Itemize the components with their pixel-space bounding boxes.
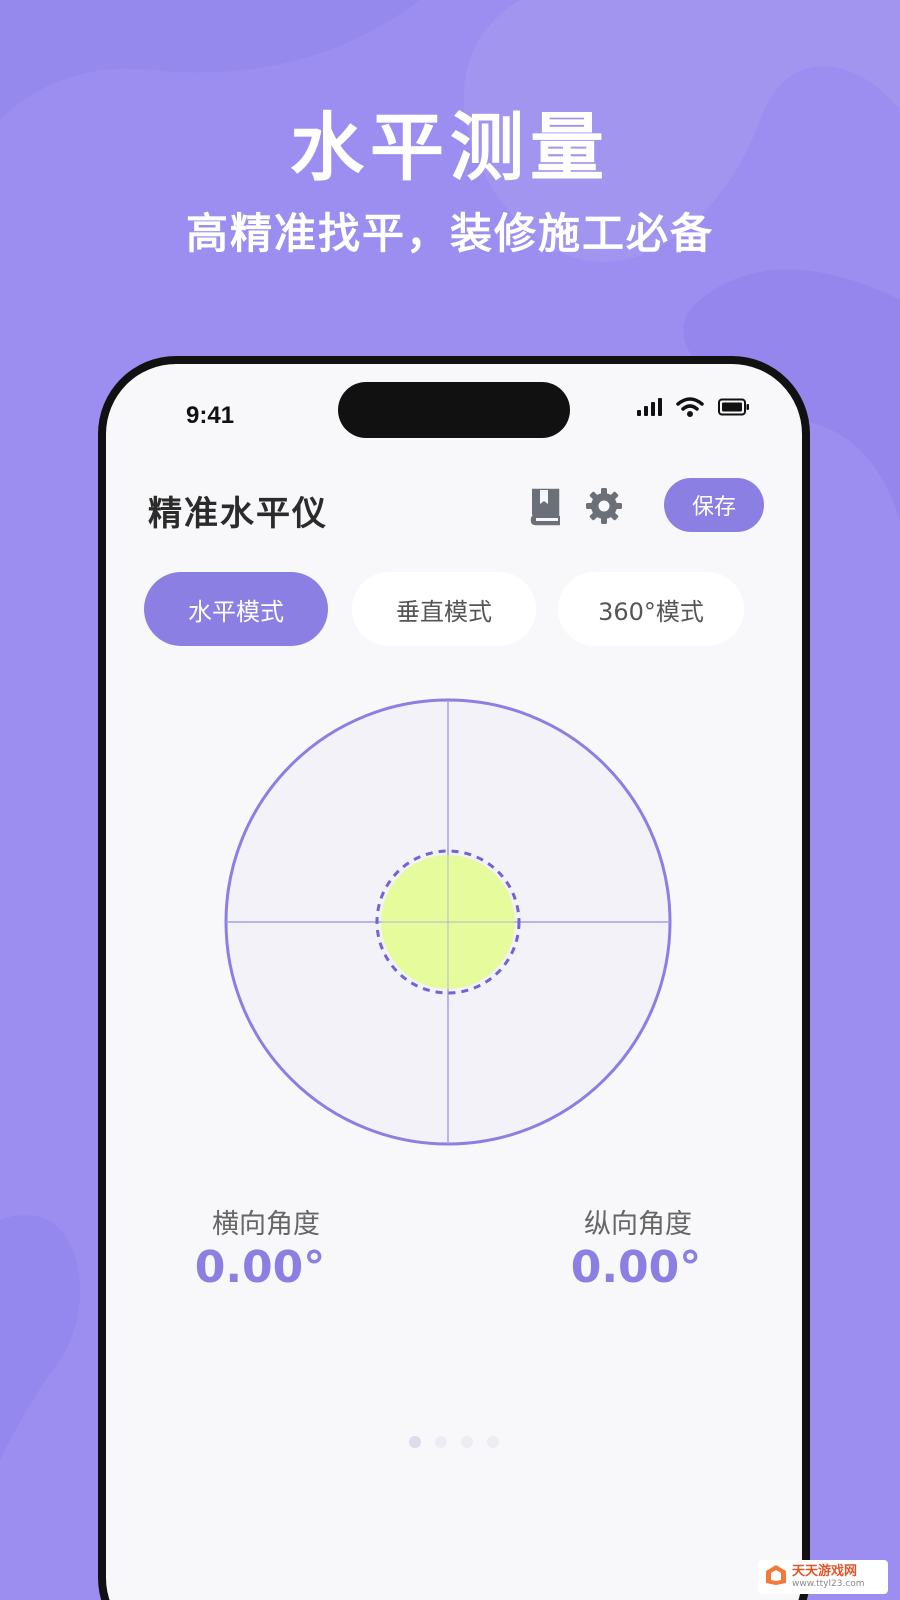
app-title: 精准水平仪 bbox=[148, 494, 328, 534]
page-indicator bbox=[106, 1436, 802, 1448]
page-dot[interactable] bbox=[409, 1436, 421, 1448]
book-icon[interactable] bbox=[526, 486, 566, 526]
phone-frame: 9:41 精准水平仪 保存 水平模式 垂直模式 360°模式 横向角度 0.00… bbox=[98, 356, 810, 1600]
watermark-url: www.ttyl23.com bbox=[792, 1579, 865, 1589]
page-dot[interactable] bbox=[435, 1436, 447, 1448]
watermark-text: 天天游戏网 bbox=[792, 1564, 858, 1579]
tab-vertical-mode[interactable]: 垂直模式 bbox=[352, 572, 536, 646]
tab-360-mode[interactable]: 360°模式 bbox=[558, 572, 744, 646]
vertical-angle-label: 纵向角度 bbox=[584, 1209, 692, 1240]
save-button[interactable]: 保存 bbox=[664, 478, 764, 532]
status-icons bbox=[636, 396, 750, 422]
gear-icon[interactable] bbox=[584, 486, 624, 526]
watermark-logo-icon bbox=[764, 1563, 788, 1591]
tab-horizontal-mode[interactable]: 水平模式 bbox=[144, 572, 328, 646]
vertical-angle-value: 0.00° bbox=[570, 1242, 702, 1293]
bubble-level bbox=[222, 696, 674, 1148]
horizontal-angle-label: 横向角度 bbox=[212, 1209, 320, 1240]
phone-screen: 9:41 精准水平仪 保存 水平模式 垂直模式 360°模式 横向角度 0.00… bbox=[106, 364, 802, 1600]
cellular-signal-icon bbox=[636, 397, 662, 421]
battery-icon bbox=[718, 398, 750, 420]
page-dot[interactable] bbox=[461, 1436, 473, 1448]
promo-title: 水平测量 bbox=[290, 105, 610, 191]
promo-subtitle: 高精准找平，装修施工必备 bbox=[185, 209, 714, 258]
page-dot[interactable] bbox=[487, 1436, 499, 1448]
horizontal-angle-value: 0.00° bbox=[194, 1242, 326, 1293]
wifi-icon bbox=[676, 396, 704, 422]
watermark: 天天游戏网 www.ttyl23.com bbox=[758, 1560, 888, 1594]
status-time: 9:41 bbox=[186, 402, 235, 429]
dynamic-island bbox=[338, 382, 570, 438]
